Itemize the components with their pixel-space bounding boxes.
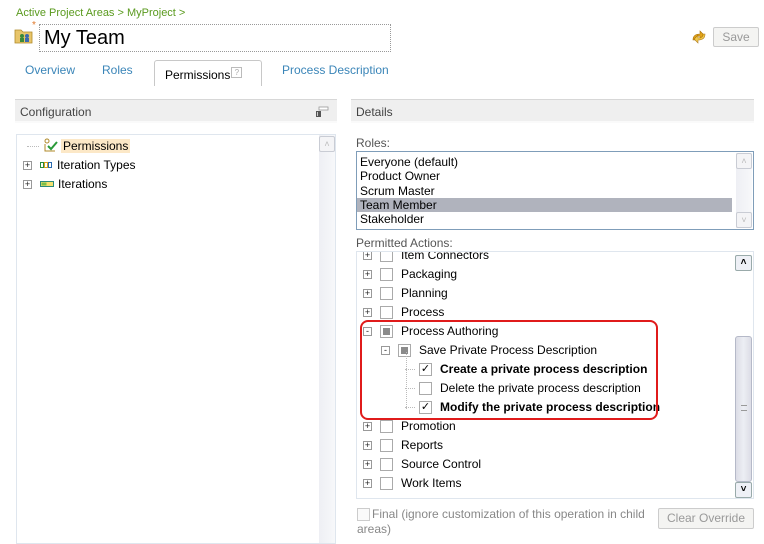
tree-item-label: Permissions [61, 139, 131, 153]
scroll-up-button[interactable]: ˄ [319, 136, 335, 152]
expand-icon[interactable]: + [363, 269, 372, 279]
action-label: Item Connectors [401, 251, 490, 262]
team-name-field[interactable]: My Team [39, 24, 391, 52]
action-label: Process [401, 305, 445, 319]
toggle-layout-icon[interactable] [315, 106, 329, 118]
action-label: Source Control [401, 457, 482, 471]
help-icon[interactable]: ? [231, 67, 243, 78]
action-checkbox[interactable] [380, 419, 393, 433]
breadcrumb[interactable]: Active Project Areas > MyProject > [16, 7, 185, 19]
expand-icon[interactable]: + [363, 288, 372, 298]
unsaved-marker: * [32, 20, 36, 31]
scroll-up-button[interactable]: ˄ [735, 255, 752, 271]
scroll-up-button[interactable]: ˄ [736, 153, 752, 169]
action-item[interactable]: + Reports [363, 436, 443, 454]
clear-override-button[interactable]: Clear Override [658, 508, 754, 529]
action-label: Reports [401, 438, 444, 452]
roles-scrollbar[interactable]: ˄ ˅ [736, 153, 752, 228]
expand-icon[interactable]: + [363, 440, 372, 450]
actions-scrollbar[interactable]: ˄ ˅ [735, 252, 752, 498]
team-area-icon [14, 26, 34, 44]
tree-item-iteration-types[interactable]: + Iteration Types [23, 156, 136, 174]
action-checkbox[interactable] [380, 476, 393, 490]
action-item[interactable]: + Work Items [363, 474, 461, 492]
tree-item-label: Iteration Types [57, 158, 136, 172]
role-item[interactable]: Stakeholder [357, 212, 753, 226]
details-title: Details [356, 105, 393, 119]
configuration-tree: ˄ Permissions + Iteration Types + Iterat… [16, 134, 336, 544]
expand-icon[interactable]: + [363, 459, 372, 469]
configuration-header: Configuration [15, 99, 337, 123]
expand-icon[interactable]: + [363, 307, 372, 317]
permissions-check-icon [43, 138, 59, 155]
tab-overview[interactable]: Overview [25, 63, 75, 77]
iteration-types-icon [40, 158, 53, 172]
action-checkbox[interactable] [380, 438, 393, 452]
action-checkbox[interactable] [380, 457, 393, 471]
action-checkbox[interactable] [380, 267, 393, 281]
action-checkbox[interactable] [380, 305, 393, 319]
scroll-down-button[interactable]: ˅ [735, 482, 752, 498]
configuration-scrollbar[interactable]: ˄ [319, 135, 335, 543]
tree-connector [27, 145, 39, 147]
tree-item-permissions[interactable]: Permissions [27, 137, 131, 155]
roles-label: Roles: [356, 136, 391, 150]
role-item[interactable]: Scrum Master [357, 184, 753, 198]
action-label: Planning [401, 286, 448, 300]
role-item[interactable]: Product Owner [357, 169, 753, 183]
expand-icon[interactable]: + [363, 421, 372, 431]
expand-icon[interactable]: + [363, 252, 372, 260]
action-item[interactable]: + Process [363, 303, 444, 321]
expand-icon[interactable]: + [363, 478, 372, 488]
action-label: Work Items [401, 476, 462, 490]
tree-item-iterations[interactable]: + Iterations [23, 175, 107, 193]
tree-item-label: Iterations [58, 177, 108, 191]
permitted-actions-label: Permitted Actions: [356, 236, 453, 250]
expand-icon[interactable]: + [23, 179, 32, 189]
tab-roles[interactable]: Roles [102, 63, 133, 77]
action-label: Promotion [401, 419, 456, 433]
refresh-sync-icon[interactable] [690, 28, 708, 46]
action-checkbox[interactable] [380, 252, 393, 262]
tab-permissions-label: Permissions [165, 68, 231, 82]
action-item[interactable]: + Planning [363, 284, 448, 302]
highlight-annotation [360, 320, 658, 420]
details-header: Details [351, 99, 754, 123]
configuration-title: Configuration [20, 105, 92, 119]
expand-icon[interactable]: + [23, 160, 32, 170]
role-item[interactable]: Everyone (default) [357, 155, 753, 169]
scroll-down-button[interactable]: ˅ [736, 212, 752, 228]
action-item[interactable]: + Packaging [363, 265, 457, 283]
roles-list[interactable]: Everyone (default) Product Owner Scrum M… [356, 151, 754, 230]
final-checkbox-label: Final (ignore customization of this oper… [357, 507, 645, 536]
scroll-thumb[interactable] [735, 336, 752, 482]
action-checkbox[interactable] [380, 286, 393, 300]
action-item[interactable]: + Item Connectors [363, 251, 490, 264]
save-button[interactable]: Save [713, 27, 759, 47]
thumb-grip [741, 405, 747, 411]
action-item[interactable]: + Source Control [363, 455, 481, 473]
role-item-selected[interactable]: Team Member [357, 197, 732, 213]
tab-permissions[interactable]: Permissions? [154, 60, 262, 86]
iterations-icon [40, 177, 54, 191]
action-label: Packaging [401, 267, 458, 281]
tab-process-description[interactable]: Process Description [282, 63, 389, 77]
final-checkbox[interactable] [357, 508, 370, 521]
